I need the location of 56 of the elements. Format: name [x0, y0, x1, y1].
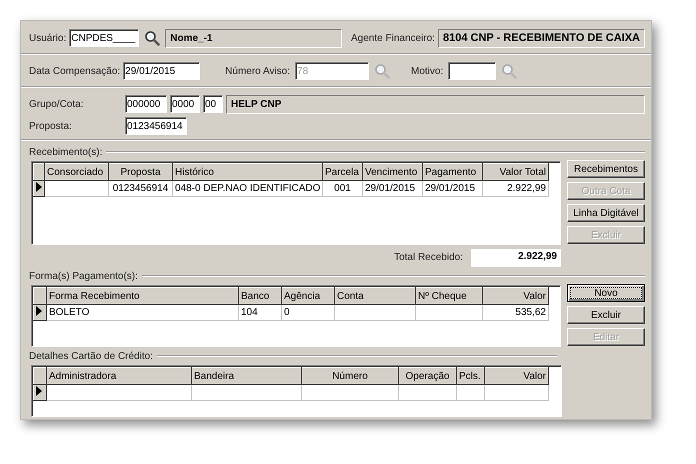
column-header[interactable]: Agência — [282, 288, 334, 304]
table-cell: 001 — [322, 180, 362, 196]
display-field: HELP CNP — [226, 94, 645, 114]
input-field[interactable] — [448, 62, 496, 80]
table-cell: 0 — [282, 304, 334, 320]
column-header[interactable]: Pagamento — [422, 164, 482, 180]
table-cell: 104 — [238, 304, 282, 320]
table-cell: 0123456914 — [108, 180, 172, 196]
column-header[interactable]: Valor — [482, 288, 548, 304]
input-field[interactable]: 000000 — [125, 95, 167, 113]
table-cell: 29/01/2015 — [362, 180, 422, 196]
input-field[interactable]: 29/01/2015 — [123, 62, 200, 80]
field-label: Total Recebido: — [394, 252, 463, 263]
column-header[interactable]: Histórico — [172, 164, 322, 180]
search-icon[interactable] — [144, 30, 160, 46]
field-label: Usuário: — [29, 32, 66, 44]
column-header[interactable]: Operação — [398, 368, 456, 384]
display-field: Nome_-1 — [165, 28, 342, 48]
field-label: Data Compensação: — [29, 66, 120, 76]
table-cell: 535,62 — [482, 304, 548, 320]
column-header[interactable]: Proposta — [108, 164, 172, 180]
input-field[interactable]: CNPDES____ — [69, 29, 140, 47]
input-field[interactable]: 00 — [203, 95, 223, 113]
field-label: Agente Financeiro: — [351, 32, 435, 44]
column-header[interactable]: Consorciado — [44, 164, 108, 180]
section-label: Recebimento(s): — [29, 146, 102, 158]
column-header[interactable]: Número — [302, 368, 398, 384]
display-field: 8104 CNP - RECEBIMENTO DE CAIXA — [438, 28, 645, 48]
column-header[interactable]: Administradora — [46, 368, 192, 384]
table-cell: BOLETO — [46, 304, 238, 320]
section-label: Detalhes Cartão de Crédito: — [29, 350, 153, 362]
field-label: Número Aviso: — [225, 66, 290, 76]
table-cell: 048-0 DEP.NAO IDENTIFICADO — [172, 180, 322, 196]
action-button[interactable]: Excluir — [567, 306, 645, 324]
action-button[interactable]: Linha Digitável — [567, 204, 645, 222]
action-button[interactable]: Novo — [567, 284, 645, 302]
column-header[interactable]: Conta — [334, 288, 416, 304]
total-value: 2.922,99 — [471, 248, 561, 266]
section-label: Forma(s) Pagamento(s): — [29, 270, 138, 282]
column-header[interactable]: Bandeira — [192, 368, 302, 384]
table-cell: 29/01/2015 — [422, 180, 482, 196]
field-label: Motivo: — [411, 66, 444, 76]
column-header[interactable]: Forma Recebimento — [46, 288, 238, 304]
column-header[interactable]: Valor — [484, 368, 548, 384]
column-header[interactable]: Banco — [238, 288, 282, 304]
input-field[interactable]: 0000 — [170, 95, 200, 113]
field-label: Proposta: — [29, 120, 73, 132]
input-field[interactable]: 0123456914 — [125, 117, 187, 135]
action-button[interactable]: Recebimentos — [567, 160, 645, 178]
field-label: Grupo/Cota: — [29, 98, 84, 110]
column-header[interactable]: Parcela — [322, 164, 362, 180]
column-header[interactable]: Pcls. — [456, 368, 484, 384]
column-header[interactable]: Valor Total — [482, 164, 548, 180]
column-header[interactable]: Nº Cheque — [416, 288, 482, 304]
column-header[interactable]: Vencimento — [362, 164, 422, 180]
table-cell: 2.922,99 — [482, 180, 548, 196]
